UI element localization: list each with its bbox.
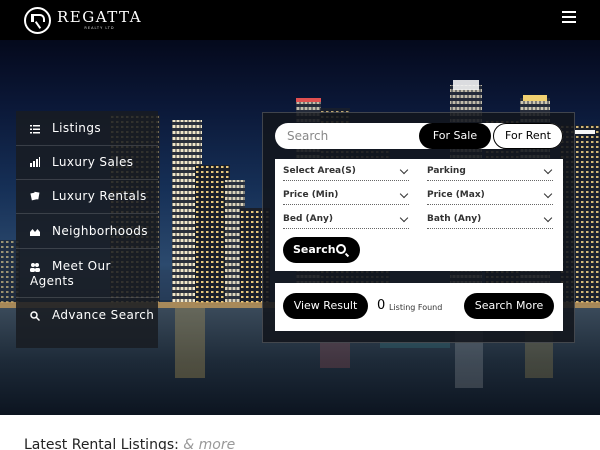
for-rent-button[interactable]: For Rent: [493, 123, 563, 149]
list-icon: [30, 125, 40, 134]
search-panel: For Sale For Rent Select Area(S) Parking…: [262, 112, 575, 343]
sidebar-item-label: Listings: [52, 121, 101, 135]
chevron-down-icon: [543, 213, 553, 223]
top-header: REGATTA REALTY LTD: [0, 0, 600, 40]
search-more-button[interactable]: Search More: [464, 293, 554, 319]
sidebar-item-label: Advance Search: [52, 308, 155, 322]
chevron-down-icon: [399, 189, 409, 199]
sidebar-item-advance-search[interactable]: Advance Search: [16, 298, 158, 348]
sidebar-item-meet-our-agents[interactable]: Meet Our Agents: [16, 249, 158, 298]
price-min-select[interactable]: Price (Min): [283, 189, 409, 205]
view-result-button[interactable]: View Result: [283, 293, 368, 319]
brand-name: REGATTA: [57, 8, 143, 27]
chevron-down-icon: [543, 165, 553, 175]
brand-logo[interactable]: REGATTA REALTY LTD: [24, 7, 142, 34]
for-sale-button[interactable]: For Sale: [419, 123, 491, 149]
price-max-select[interactable]: Price (Max): [427, 189, 553, 205]
latest-listings-heading: Latest Rental Listings: & more: [24, 437, 235, 450]
sidebar-item-label: Meet Our Agents: [30, 259, 111, 288]
sidebar-item-luxury-sales[interactable]: Luxury Sales: [16, 146, 158, 180]
search-input[interactable]: [275, 123, 425, 149]
sidebar-item-luxury-rentals[interactable]: Luxury Rentals: [16, 180, 158, 214]
chevron-down-icon: [543, 189, 553, 199]
search-bar: For Sale For Rent: [275, 123, 563, 149]
sidebar-nav: Listings Luxury Sales Luxury Rentals Nei…: [16, 111, 158, 348]
search-filters: Select Area(S) Parking Price (Min) Price…: [275, 159, 563, 271]
sidebar-item-label: Neighborhoods: [52, 224, 148, 238]
area-select[interactable]: Select Area(S): [283, 165, 409, 181]
chevron-down-icon: [399, 165, 409, 175]
hero-banner: Listings Luxury Sales Luxury Rentals Nei…: [0, 40, 600, 415]
hamburger-icon[interactable]: [562, 11, 576, 23]
bath-select[interactable]: Bath (Any): [427, 213, 553, 229]
results-bar: View Result 0 Listing Found Search More: [275, 283, 563, 331]
sidebar-item-neighborhoods[interactable]: Neighborhoods: [16, 214, 158, 249]
bar-chart-icon: [30, 157, 40, 167]
documents-icon: [30, 191, 40, 201]
chevron-down-icon: [399, 213, 409, 223]
brand-tagline: REALTY LTD: [84, 26, 115, 31]
logo-icon: [24, 7, 51, 34]
users-icon: [30, 263, 40, 272]
houses-icon: [30, 229, 40, 236]
sidebar-item-listings[interactable]: Listings: [16, 111, 158, 146]
sidebar-item-label: Luxury Rentals: [52, 189, 147, 203]
bed-select[interactable]: Bed (Any): [283, 213, 409, 229]
search-icon: [336, 244, 346, 254]
sidebar-item-label: Luxury Sales: [52, 155, 134, 169]
listing-count-label: Listing Found: [389, 303, 443, 312]
listing-count: 0: [377, 298, 386, 313]
search-icon: [30, 311, 40, 321]
more-link[interactable]: & more: [183, 437, 235, 450]
search-button[interactable]: Search: [283, 237, 360, 263]
parking-select[interactable]: Parking: [427, 165, 553, 181]
